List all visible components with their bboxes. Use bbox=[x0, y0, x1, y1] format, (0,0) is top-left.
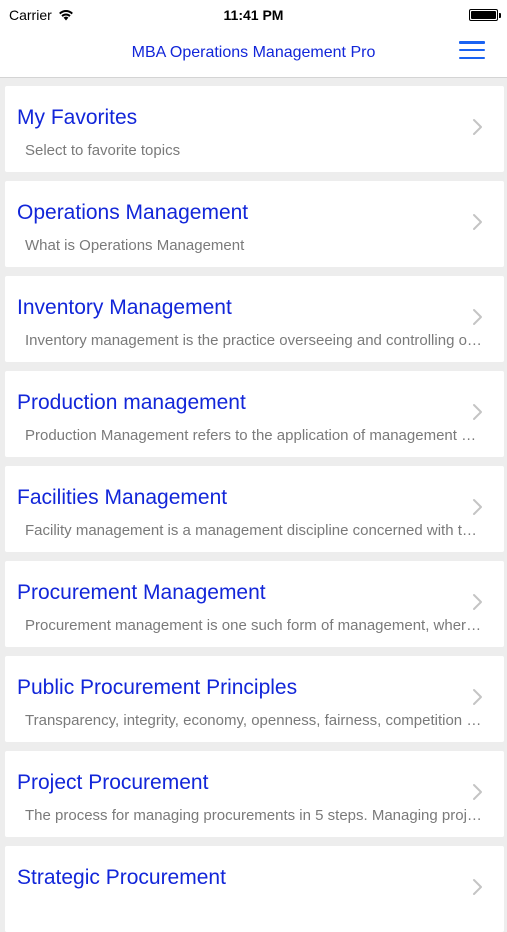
wifi-icon bbox=[58, 10, 73, 21]
chevron-right-icon bbox=[473, 594, 482, 610]
chevron-right-icon bbox=[473, 879, 482, 895]
status-bar: Carrier 11:41 PM bbox=[0, 0, 507, 30]
status-left: Carrier bbox=[9, 7, 74, 23]
chevron-right-icon bbox=[473, 784, 482, 800]
status-time: 11:41 PM bbox=[223, 7, 284, 23]
navigation-bar: MBA Operations Management Pro bbox=[0, 30, 507, 78]
list-item-title: Production management bbox=[17, 391, 246, 414]
list-item-title: Facilities Management bbox=[17, 486, 228, 509]
list-item[interactable]: Strategic Procurement bbox=[5, 846, 504, 932]
battery-icon bbox=[469, 9, 501, 21]
list-item-title: Inventory Management bbox=[17, 296, 232, 319]
chevron-right-icon bbox=[473, 214, 482, 230]
list-item[interactable]: Procurement Management Procurement manage… bbox=[5, 561, 504, 647]
list-item[interactable]: Inventory Management Inventory management… bbox=[5, 276, 504, 362]
list-item[interactable]: Facilities Management Facility management… bbox=[5, 466, 504, 552]
list-item[interactable]: Project Procurement The process for manag… bbox=[5, 751, 504, 837]
list-item-subtitle: Procurement management is one such form … bbox=[25, 617, 482, 634]
list-item[interactable]: Public Procurement Principles Transparenc… bbox=[5, 656, 504, 742]
list-item[interactable]: Production management Production Manageme… bbox=[5, 371, 504, 457]
chevron-right-icon bbox=[473, 119, 482, 135]
list-item-subtitle: What is Operations Management bbox=[25, 237, 245, 254]
chevron-right-icon bbox=[473, 689, 482, 705]
list-item-subtitle: Production Management refers to the appl… bbox=[25, 427, 482, 444]
list-item-subtitle: The process for managing procurements in… bbox=[25, 807, 482, 824]
carrier-label: Carrier bbox=[9, 7, 52, 23]
chevron-right-icon bbox=[473, 499, 482, 515]
page-title: MBA Operations Management Pro bbox=[131, 44, 376, 61]
hamburger-menu-icon[interactable] bbox=[459, 39, 485, 61]
list-item-subtitle: Inventory management is the practice ove… bbox=[25, 332, 482, 349]
list-item-subtitle: Select to favorite topics bbox=[25, 142, 181, 159]
chevron-right-icon bbox=[473, 404, 482, 420]
list-item-subtitle: Transparency, integrity, economy, openne… bbox=[25, 712, 482, 729]
list-item-title: My Favorites bbox=[17, 106, 138, 129]
list-item-title: Procurement Management bbox=[17, 581, 266, 604]
list-item-subtitle: Facility management is a management disc… bbox=[25, 522, 482, 539]
list-item[interactable]: My Favorites Select to favorite topics bbox=[5, 86, 504, 172]
list-item-title: Strategic Procurement bbox=[17, 866, 226, 889]
list-item-title: Operations Management bbox=[17, 201, 249, 224]
list-item-title: Public Procurement Principles bbox=[17, 676, 298, 699]
list-item[interactable]: Operations Management What is Operations … bbox=[5, 181, 504, 267]
chevron-right-icon bbox=[473, 309, 482, 325]
list-item-title: Project Procurement bbox=[17, 771, 209, 794]
